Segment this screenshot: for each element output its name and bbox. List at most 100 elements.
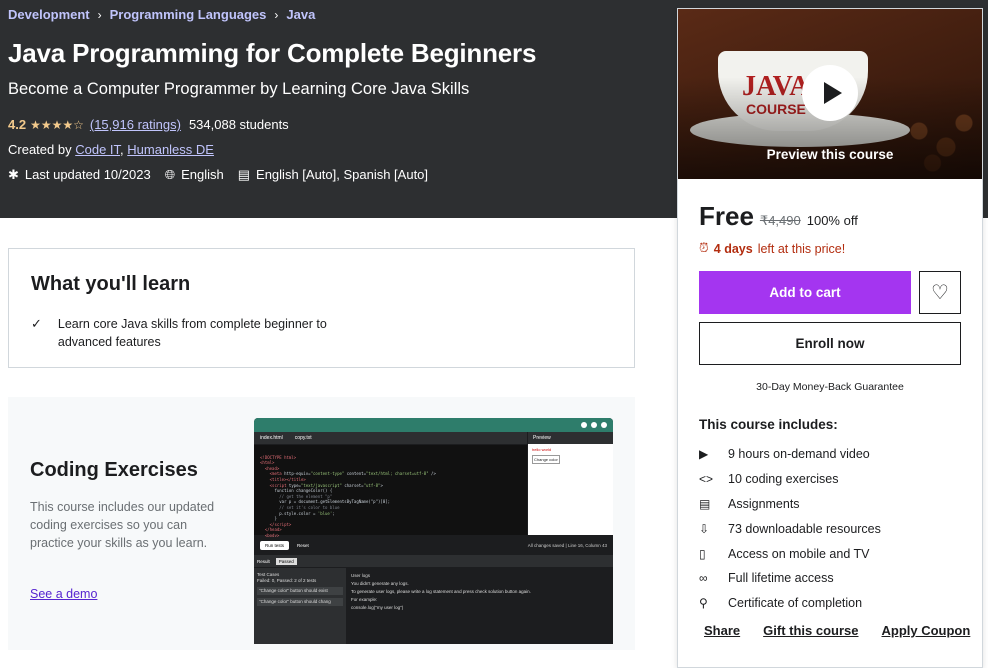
rating-value: 4.2 [8,117,27,132]
wishlist-button[interactable]: ♡ [919,271,961,314]
captions-icon: ▤ [237,167,251,182]
log-line: To generate user logs, please write a lo… [351,589,531,594]
editor-tab-index: index.html [260,435,283,441]
last-updated-text: Last updated 10/2023 [24,167,151,182]
include-item: ▤ Assignments [699,492,881,517]
play-icon[interactable] [802,65,858,121]
test-case: "Change color" button should exist [257,587,343,595]
captions-text: English [Auto], Spanish [Auto] [256,167,429,182]
original-price: ₹4,490 [759,213,801,228]
heart-icon: ♡ [931,282,949,304]
discount-percent: 100% off [806,213,858,228]
see-demo-link[interactable]: See a demo [30,587,97,601]
check-icon: ✓ [31,316,42,331]
captions: ▤ English [Auto], Spanish [Auto] [238,167,428,183]
created-by-label: Created by [8,142,72,157]
infinity-icon: ∞ [699,571,708,586]
enroll-now-button[interactable]: Enroll now [699,322,961,365]
rating-row: 4.2 ★★★★☆ (15,916 ratings) 534,088 stude… [8,117,289,132]
include-item: ∞ Full lifetime access [699,566,881,591]
result-tab: Result [257,558,270,564]
learn-item: ✓ Learn core Java skills from complete b… [31,315,331,351]
timer-text: left at this price! [757,241,846,256]
price-row: Free ₹4,490 100% off [699,201,858,232]
money-back-guarantee: 30-Day Money-Back Guarantee [756,381,904,393]
course-subtitle: Become a Computer Programmer by Learning… [8,80,470,98]
breadcrumb-java[interactable]: Java [286,7,315,22]
include-item-label: Assignments [728,496,800,511]
assignment-icon: ▤ [699,496,711,511]
code-icon: <> [699,472,714,487]
include-item-label: Certificate of completion [728,596,863,611]
breadcrumb-programming-languages[interactable]: Programming Languages [110,7,267,22]
editor-preview-pane: Preview hello world Change color [528,432,613,535]
include-item-label: 9 hours on-demand video [728,447,870,462]
course-preview-video[interactable]: JAVA COURSE Preview this course [678,9,982,179]
students-count: 534,088 students [188,117,289,132]
include-item-label: Full lifetime access [728,571,834,586]
include-item: ▶︎ 9 hours on-demand video [699,442,881,467]
user-logs-panel: User logs You didn't generate any logs. … [347,568,613,644]
add-to-cart-button[interactable]: Add to cart [699,271,911,314]
user-logs-title: User logs [351,573,371,578]
preview-course-label[interactable]: Preview this course [678,147,982,162]
alarm-clock-icon: ⏰︎ [699,241,709,255]
what-you-learn-box: What you'll learn ✓ Learn core Java skil… [8,248,635,368]
share-link[interactable]: Share [704,623,740,638]
include-item: ⇩ 73 downloadable resources [699,516,881,541]
learn-item-text: Learn core Java skills from complete beg… [57,317,327,349]
preview-hello-text: hello world [532,447,552,452]
preview-pane-label: Preview [528,432,613,444]
what-you-learn-title: What you'll learn [31,273,191,295]
trophy-icon: ⚲ [699,596,708,611]
created-by: Created by Code IT, Humanless DE [8,142,214,157]
alert-badge-icon: ✱ [8,167,19,182]
includes-title: This course includes: [699,417,838,432]
log-line: console.log("my user log") [351,605,404,610]
include-item: ⚲ Certificate of completion [699,591,881,616]
include-item-label: Access on mobile and TV [728,546,870,561]
editor-titlebar [254,418,613,432]
run-tests-button: Run tests [260,540,290,550]
coding-exercises-section: Coding Exercises This course includes ou… [8,397,635,650]
test-cases-panel: Test Cases Failed: 0, Passed: 2 of 2 tes… [254,568,346,644]
passed-tab: Passed [275,557,297,565]
include-item-label: 73 downloadable resources [728,521,881,536]
apply-coupon-link[interactable]: Apply Coupon [882,623,971,638]
code-editor-screenshot: index.html copy.txt <!DOCTYPE html> <htm… [254,418,613,644]
sidebar-links: Share Gift this course Apply Coupon [704,623,970,638]
globe-icon: 🌐︎ [164,167,176,182]
editor-tabs: index.html copy.txt [254,432,527,444]
test-cases-summary: Failed: 0, Passed: 2 of 2 tests [257,578,317,583]
author-link-code-it[interactable]: Code IT [75,142,120,157]
ratings-count-link[interactable]: (15,916 ratings) [90,117,181,132]
coding-exercises-title: Coding Exercises [30,459,198,481]
log-line: For example: [351,597,378,602]
star-rating-icon: ★★★★☆ [30,117,84,132]
download-icon: ⇩ [699,521,710,536]
chevron-right-icon: › [274,7,279,22]
gift-course-link[interactable]: Gift this course [763,623,858,638]
language-text: English [181,167,224,182]
course-meta: ✱ Last updated 10/2023 🌐︎ English ▤ English… [8,167,428,183]
purchase-sidebar: JAVA COURSE Preview this course Free ₹4,… [677,8,983,668]
video-icon: ▶︎ [699,447,709,462]
language: 🌐︎ English [165,167,224,183]
include-item: <> 10 coding exercises [699,467,881,492]
reset-button: Reset [297,542,309,548]
last-updated: ✱ Last updated 10/2023 [8,167,151,183]
test-case: "Change color" button should chang [257,598,343,606]
author-link-humanless-de[interactable]: Humanless DE [127,142,214,157]
editor-status: All changes saved | Line 16, Column 43 [527,542,607,548]
course-title: Java Programming for Complete Beginners [8,38,537,68]
editor-run-bar: Run tests Reset All changes saved | Line… [254,537,613,553]
includes-list: ▶︎ 9 hours on-demand video <> 10 coding ex… [699,442,881,616]
timer-days: 4 days [713,241,753,256]
breadcrumb-development[interactable]: Development [8,7,90,22]
include-item-label: 10 coding exercises [728,472,839,487]
editor-tab-copy: copy.txt [294,435,312,441]
current-price: Free [699,201,754,231]
coding-exercises-description: This course includes our updated coding … [30,500,215,550]
editor-code-area: <!DOCTYPE html> <html> <head> <meta http… [254,445,527,538]
price-timer: ⏰︎ 4 days left at this price! [699,241,845,256]
